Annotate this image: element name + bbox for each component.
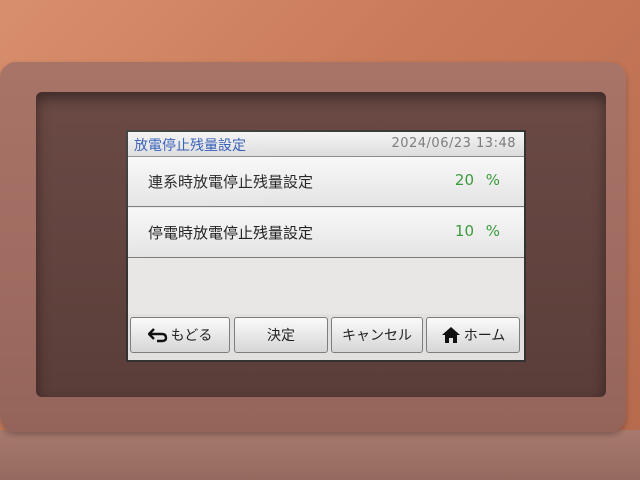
setting-unit: % — [485, 222, 500, 240]
confirm-button[interactable]: 決定 — [234, 317, 328, 353]
setting-row-grid-connected[interactable]: 連系時放電停止残量設定 20 % — [128, 157, 524, 207]
return-arrow-icon — [147, 327, 168, 343]
setting-unit: % — [485, 171, 500, 189]
empty-list-area — [128, 259, 524, 314]
house-icon — [441, 326, 461, 344]
page-title: 放電停止残量設定 — [134, 138, 246, 154]
setting-label: 連系時放電停止残量設定 — [148, 173, 314, 191]
datetime-display: 2024/06/23 13:48 — [391, 136, 516, 151]
soft-button-bar: もどる 決定 キャンセル ホーム — [128, 314, 524, 360]
wall-background — [0, 430, 640, 480]
cancel-button-label: キャンセル — [342, 328, 412, 344]
back-button-label: もどる — [170, 328, 213, 344]
photo-scene: 放電停止残量設定 2024/06/23 13:48 連系時放電停止残量設定 20… — [0, 0, 640, 480]
confirm-button-label: 決定 — [267, 328, 295, 344]
home-button[interactable]: ホーム — [426, 317, 520, 353]
title-bar: 放電停止残量設定 2024/06/23 13:48 — [128, 132, 524, 157]
cancel-button[interactable]: キャンセル — [331, 317, 423, 353]
home-button-label: ホーム — [463, 328, 506, 344]
setting-value: 20 — [454, 171, 474, 189]
setting-row-power-outage[interactable]: 停電時放電停止残量設定 10 % — [128, 208, 524, 258]
back-button[interactable]: もどる — [130, 317, 230, 353]
touch-screen: 放電停止残量設定 2024/06/23 13:48 連系時放電停止残量設定 20… — [126, 130, 526, 362]
setting-value: 10 — [454, 222, 474, 240]
setting-label: 停電時放電停止残量設定 — [148, 224, 314, 242]
